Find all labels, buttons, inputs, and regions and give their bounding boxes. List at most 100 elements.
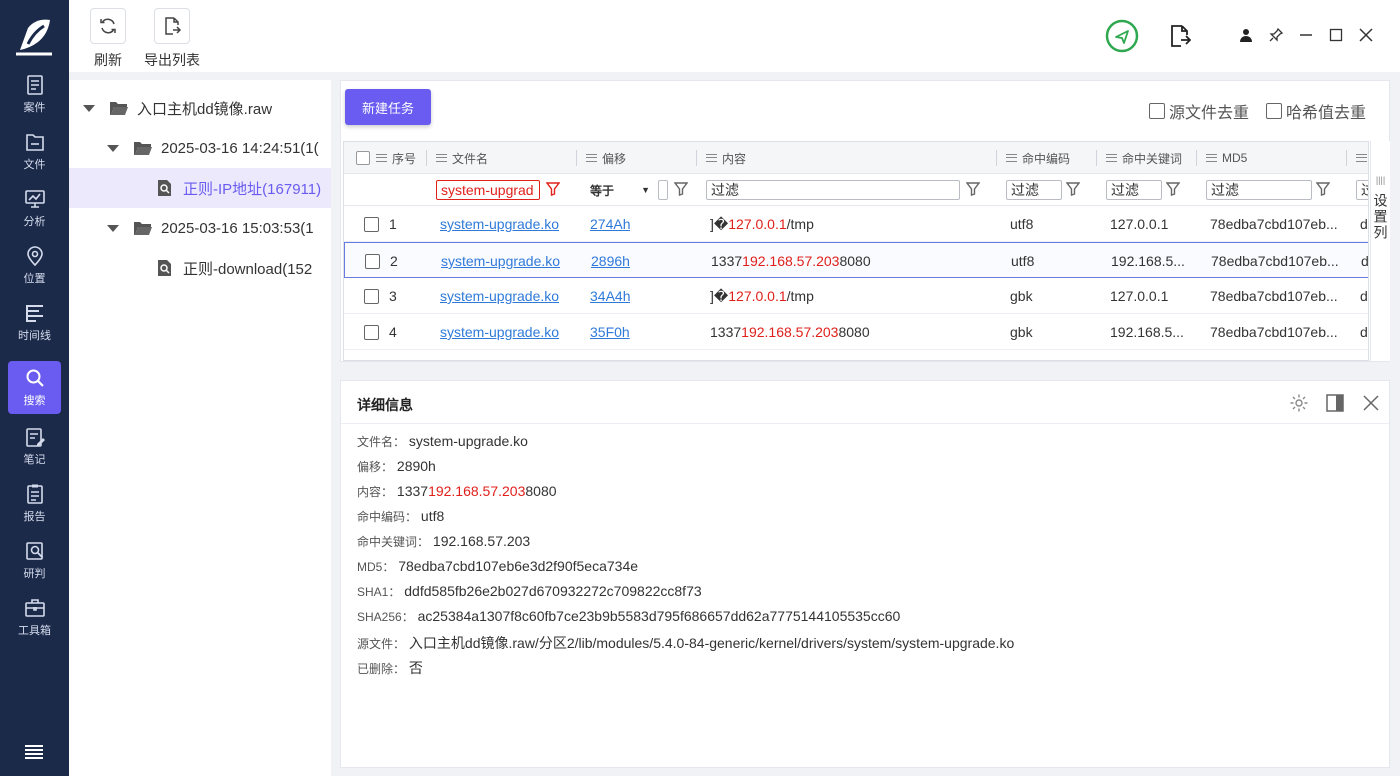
close-icon[interactable] <box>1361 393 1381 413</box>
filter-icon[interactable] <box>674 182 688 196</box>
col-offset[interactable]: 偏移 <box>576 142 626 174</box>
nav-note[interactable]: 笔记 <box>8 420 61 473</box>
export-list-button[interactable]: 导出列表 <box>144 8 200 70</box>
tree-node-task1[interactable]: 2025-03-16 14:24:51(1( <box>69 128 331 168</box>
filter-icon[interactable] <box>1166 182 1180 196</box>
col-index[interactable]: 序号 <box>376 142 416 174</box>
column-menu-icon[interactable] <box>1006 154 1017 162</box>
row-keyword: 192.168.5... <box>1110 324 1184 340</box>
tree-node-regex-ip[interactable]: 正则-IP地址(167911) <box>69 168 331 208</box>
filter-active-icon[interactable] <box>546 182 560 196</box>
row-filename-link[interactable]: system-upgrade.ko <box>441 243 560 279</box>
column-menu-icon[interactable] <box>706 154 717 162</box>
column-menu-icon[interactable] <box>376 154 387 162</box>
detail-sha256: SHA256： ac25384a1307f8c60fb7ce23b9b5583d… <box>357 608 901 624</box>
row-filename-link[interactable]: system-upgrade.ko <box>440 278 559 314</box>
nav-toolbox[interactable]: 工具箱 <box>8 591 61 644</box>
row-index: 1 <box>389 216 397 232</box>
table-row[interactable]: 1 system-upgrade.ko 274Ah ]� 127.0.0.1/tm… <box>344 206 1368 242</box>
row-keyword: 192.168.5... <box>1111 253 1185 269</box>
checkbox-box[interactable] <box>1266 103 1282 119</box>
nav-note-label: 笔记 <box>23 454 46 466</box>
nav-timeline[interactable]: 时间线 <box>8 296 61 349</box>
row-checkbox[interactable] <box>364 324 379 340</box>
table-row[interactable]: 4 system-upgrade.ko 35F0h 1337 192.168.57… <box>344 314 1368 350</box>
refresh-button[interactable]: 刷新 <box>90 8 126 70</box>
select-all-checkbox[interactable] <box>356 142 374 174</box>
dedup-source-label: 源文件去重 <box>1169 105 1250 122</box>
col-encoding[interactable]: 命中编码 <box>996 142 1071 174</box>
row-checkbox[interactable] <box>364 216 379 232</box>
column-menu-icon[interactable] <box>586 154 597 162</box>
collapse-caret-icon[interactable] <box>107 224 119 232</box>
filter-icon[interactable] <box>1316 182 1330 196</box>
nav-case[interactable]: 案件 <box>8 68 61 121</box>
pin-button[interactable] <box>1261 18 1291 52</box>
collapse-caret-icon[interactable] <box>83 104 95 112</box>
row-filename-link[interactable]: system-upgrade.ko <box>440 314 559 350</box>
nav-report[interactable]: 报告 <box>8 477 61 530</box>
minimize-button[interactable] <box>1291 18 1321 52</box>
col-more[interactable] <box>1346 142 1368 174</box>
content-filter-input[interactable]: 过滤 <box>706 180 960 200</box>
export-file-icon[interactable] <box>1169 24 1191 48</box>
col-content[interactable]: 内容 <box>696 142 746 174</box>
nav-judge[interactable]: 研判 <box>8 534 61 587</box>
encoding-filter-input[interactable]: 过滤 <box>1006 180 1062 200</box>
dedup-hash-label: 哈希值去重 <box>1286 105 1367 122</box>
detail-title: 详细信息 <box>357 397 413 413</box>
tree-node-label: 2025-03-16 14:24:51(1( <box>161 139 319 157</box>
new-task-button[interactable]: 新建任务 <box>345 89 431 125</box>
filter-icon[interactable] <box>966 182 980 196</box>
row-checkbox[interactable] <box>364 288 379 304</box>
row-offset-link[interactable]: 274Ah <box>590 206 630 242</box>
send-status-icon[interactable] <box>1105 19 1139 53</box>
nav-search[interactable]: 搜索 <box>8 361 61 414</box>
tree-node-task2[interactable]: 2025-03-16 15:03:53(1 <box>69 208 331 248</box>
collapse-caret-icon[interactable] <box>107 144 119 152</box>
column-menu-icon[interactable] <box>1356 154 1367 162</box>
offset-filter-operator[interactable]: 等于 ▼ <box>586 180 654 200</box>
column-menu-icon[interactable] <box>1106 154 1117 162</box>
row-filename-link[interactable]: system-upgrade.ko <box>440 206 559 242</box>
menu-icon[interactable] <box>24 744 44 760</box>
row-offset-link[interactable]: 35F0h <box>590 314 630 350</box>
tree-node-label: 正则-IP地址(167911) <box>183 180 322 198</box>
set-columns-button[interactable]: |||| 设置列 <box>1370 141 1390 361</box>
nav-location[interactable]: 位置 <box>8 239 61 292</box>
filename-filter-input[interactable]: system-upgrad <box>436 180 540 200</box>
col-md5[interactable]: MD5 <box>1196 142 1247 174</box>
md5-filter-input[interactable]: 过滤 <box>1206 180 1312 200</box>
table-row-selected[interactable]: 2 system-upgrade.ko 2896h 1337 192.168.57… <box>344 242 1368 279</box>
detail-keyword: 命中关键词： 192.168.57.203 <box>357 533 531 549</box>
col-filename[interactable]: 文件名 <box>426 142 488 174</box>
dedup-hash-checkbox[interactable]: 哈希值去重 <box>1266 99 1366 123</box>
table-row[interactable]: 3 system-upgrade.ko 34A4h ]� 127.0.0.1/tm… <box>344 278 1368 314</box>
nav-file[interactable]: 文件 <box>8 125 61 178</box>
checkbox-box[interactable] <box>1149 103 1165 119</box>
tree-node-regex-download[interactable]: 正则-download(152 <box>69 248 331 288</box>
col-encoding-label: 命中编码 <box>1022 151 1071 166</box>
keyword-filter-input[interactable]: 过滤 <box>1106 180 1162 200</box>
row-offset-link[interactable]: 34A4h <box>590 278 630 314</box>
split-panel-icon[interactable] <box>1325 393 1345 413</box>
tree-node-root[interactable]: 入口主机dd镜像.raw <box>69 88 331 128</box>
dedup-source-checkbox[interactable]: 源文件去重 <box>1149 99 1249 123</box>
col-keyword[interactable]: 命中关键词 <box>1096 142 1182 174</box>
folder-open-icon <box>110 102 128 115</box>
more-filter-input[interactable]: 过滤 <box>1356 180 1368 200</box>
location-icon <box>26 246 43 267</box>
row-checkbox[interactable] <box>365 253 380 269</box>
row-offset-link[interactable]: 2896h <box>591 243 630 279</box>
detail-deleted: 已删除： 否 <box>357 660 423 676</box>
maximize-button[interactable] <box>1321 18 1351 52</box>
tree-node-label: 2025-03-16 15:03:53(1 <box>161 219 314 237</box>
close-window-button[interactable] <box>1351 18 1381 52</box>
settings-gear-icon[interactable] <box>1289 393 1309 413</box>
filter-icon[interactable] <box>1066 182 1080 196</box>
column-menu-icon[interactable] <box>1206 154 1217 162</box>
column-menu-icon[interactable] <box>436 154 447 162</box>
nav-analysis[interactable]: 分析 <box>8 182 61 235</box>
user-button[interactable] <box>1231 18 1261 52</box>
offset-filter-input[interactable] <box>658 180 668 200</box>
